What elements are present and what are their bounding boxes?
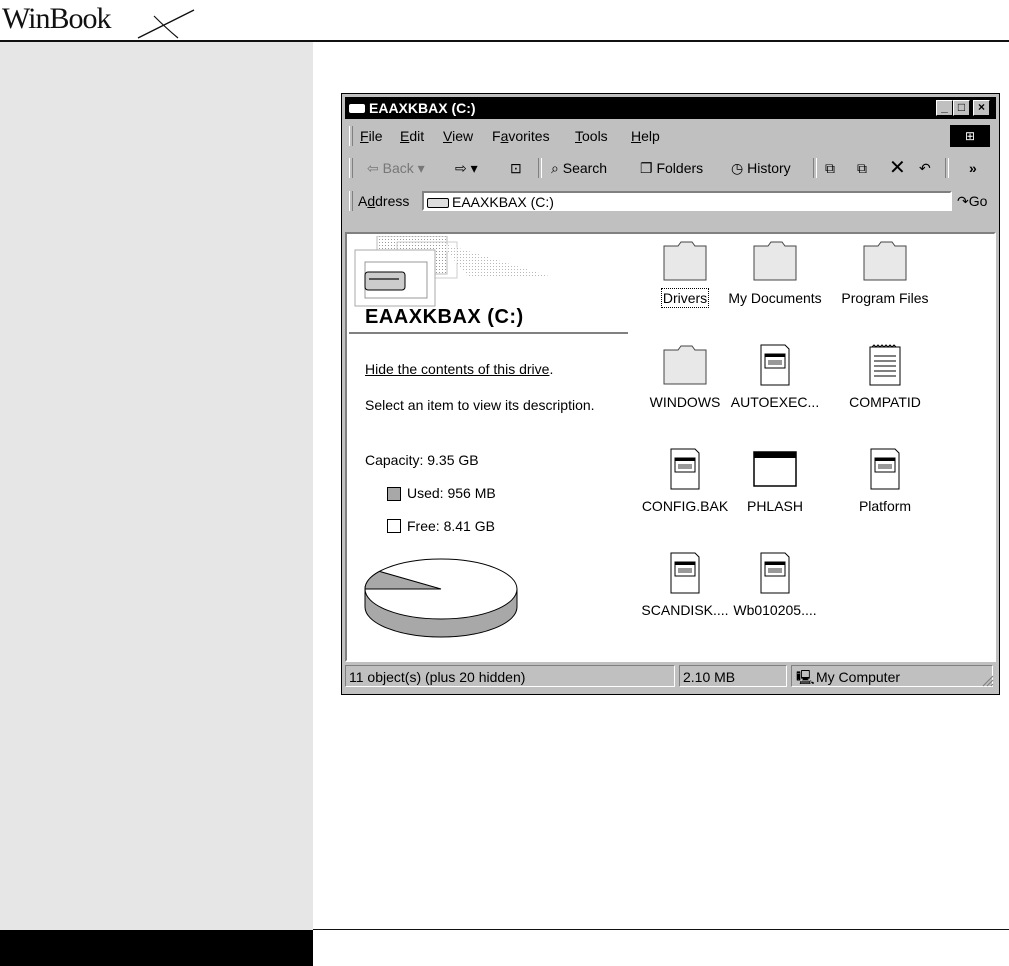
- menu-tools[interactable]: Tools: [575, 123, 608, 149]
- menu-help[interactable]: Help: [631, 123, 660, 149]
- hide-contents-text: Hide the contents of this drive.: [365, 361, 554, 377]
- toolbar-overflow-chevron[interactable]: »: [969, 153, 977, 183]
- footer-rule: [313, 929, 1009, 930]
- back-dropdown-icon[interactable]: ▾: [414, 160, 425, 176]
- file-item[interactable]: COMPATID: [833, 342, 937, 432]
- folder-view: EAAXKBAX (C:) Hide the contents of this …: [345, 232, 996, 662]
- file-name-focused: Drivers: [660, 288, 710, 308]
- file-item[interactable]: Wb010205....: [723, 550, 827, 640]
- standard-toolbar: ⇦ Back ▾ ⇨ ▾ ⊡ ⌕ Search ❐ Folders ◷ Hist…: [345, 153, 996, 183]
- brand-logo: WinBook: [2, 2, 111, 35]
- description-hint: Select an item to view its description.: [365, 397, 595, 413]
- file-item[interactable]: My Documents: [723, 238, 827, 328]
- drive-title: EAAXKBAX (C:): [365, 306, 524, 328]
- delete-button[interactable]: ✕: [889, 153, 906, 183]
- history-icon: ◷: [731, 160, 748, 176]
- copy-to-button[interactable]: ⧉: [857, 153, 867, 183]
- free-text: Free: 8.41 GB: [407, 518, 495, 534]
- toolbar-separator: [945, 158, 949, 178]
- status-object-count: 11 object(s) (plus 20 hidden): [345, 665, 675, 687]
- back-arrow-icon: ⇦: [367, 160, 383, 176]
- menu-file[interactable]: File: [360, 123, 383, 149]
- toolbar-separator: [813, 158, 817, 178]
- forward-button[interactable]: ⇨ ▾: [455, 153, 478, 183]
- menu-bar: File Edit View Favorites Tools Help ⊞: [345, 123, 996, 149]
- go-arrow-icon: ↷: [957, 193, 969, 209]
- menubar-grip[interactable]: [349, 126, 353, 146]
- file-item[interactable]: CONFIG.BAK: [633, 446, 737, 536]
- file-item[interactable]: Drivers: [633, 238, 737, 328]
- folders-icon: ❐: [640, 160, 657, 176]
- file-name: Drivers: [633, 288, 737, 308]
- copy-to-icon: ⧉: [857, 160, 867, 176]
- menu-view[interactable]: View: [443, 123, 473, 149]
- addressbar-grip[interactable]: [349, 191, 353, 211]
- file-name: COMPATID: [849, 394, 921, 410]
- file-name: PHLASH: [746, 498, 804, 514]
- move-to-icon: ⧉: [825, 160, 835, 176]
- toolbar-grip[interactable]: [349, 158, 353, 178]
- drive-icon: [349, 104, 365, 113]
- drive-icon: [427, 198, 449, 208]
- address-bar: Address EAAXKBAX (C:) ▼ ↷Go: [345, 187, 996, 215]
- drive-title-rule: [349, 332, 628, 334]
- file-name: My Documents: [728, 290, 822, 306]
- file-name: Wb010205....: [733, 602, 817, 618]
- move-to-button[interactable]: ⧉: [825, 153, 835, 183]
- file-name: SCANDISK....: [641, 602, 729, 618]
- undo-icon: ↶: [919, 160, 931, 176]
- forward-arrow-icon: ⇨: [455, 160, 467, 176]
- disk-usage-pie-chart: [364, 558, 518, 638]
- resize-grip-icon[interactable]: [980, 673, 994, 687]
- explorer-window: EAAXKBAX (C:) _ □ × File Edit View Favor…: [341, 93, 1000, 695]
- file-item[interactable]: PHLASH: [723, 446, 827, 536]
- menu-edit[interactable]: Edit: [400, 123, 424, 149]
- used-swatch: [387, 487, 401, 501]
- menu-favorites[interactable]: Favorites: [492, 123, 550, 149]
- search-icon: ⌕: [551, 160, 563, 176]
- file-name: CONFIG.BAK: [641, 498, 729, 514]
- footer-block: [0, 930, 313, 966]
- file-item[interactable]: WINDOWS: [633, 342, 737, 432]
- toolbar-separator: [538, 158, 542, 178]
- file-name: Program Files: [841, 290, 929, 306]
- up-folder-icon: ⊡: [510, 160, 522, 176]
- undo-button[interactable]: ↶: [919, 153, 931, 183]
- windows-logo-icon: ⊞: [950, 125, 990, 147]
- history-button[interactable]: ◷ History: [731, 153, 791, 183]
- file-name: Platform: [858, 498, 912, 514]
- used-text: Used: 956 MB: [407, 485, 496, 501]
- title-bar[interactable]: EAAXKBAX (C:) _ □ ×: [345, 97, 996, 119]
- hide-contents-link[interactable]: Hide the contents of this drive: [365, 361, 549, 377]
- file-item[interactable]: Platform: [833, 446, 937, 536]
- my-computer-icon: 🖳: [796, 669, 815, 685]
- delete-icon: ✕: [889, 157, 906, 179]
- capacity-text: Capacity: 9.35 GB: [365, 452, 479, 468]
- file-item[interactable]: Program Files: [833, 238, 937, 328]
- address-value: EAAXKBAX (C:): [452, 194, 554, 210]
- minimize-button[interactable]: _: [936, 100, 953, 116]
- search-button[interactable]: ⌕ Search: [551, 153, 607, 183]
- status-zone: 🖳 My Computer: [791, 665, 993, 687]
- address-input[interactable]: EAAXKBAX (C:) ▼: [422, 191, 952, 211]
- left-margin-band: [0, 42, 313, 930]
- back-button[interactable]: ⇦ Back ▾: [367, 153, 425, 183]
- status-bar: 11 object(s) (plus 20 hidden) 2.10 MB 🖳 …: [345, 665, 996, 689]
- address-label: Address: [358, 193, 410, 209]
- window-title: EAAXKBAX (C:): [369, 100, 476, 116]
- brand-swoosh-icon: [137, 9, 195, 39]
- close-button[interactable]: ×: [973, 100, 990, 116]
- free-swatch: [387, 519, 401, 533]
- file-item[interactable]: SCANDISK....: [633, 550, 737, 640]
- status-size: 2.10 MB: [679, 665, 787, 687]
- maximize-button[interactable]: □: [953, 100, 970, 116]
- file-name: AUTOEXEC...: [730, 394, 820, 410]
- up-folder-button[interactable]: ⊡: [510, 153, 522, 183]
- file-item[interactable]: AUTOEXEC...: [723, 342, 827, 432]
- go-button[interactable]: ↷Go: [957, 187, 987, 215]
- forward-dropdown-icon[interactable]: ▾: [467, 160, 478, 176]
- file-name: WINDOWS: [649, 394, 721, 410]
- folders-button[interactable]: ❐ Folders: [640, 153, 703, 183]
